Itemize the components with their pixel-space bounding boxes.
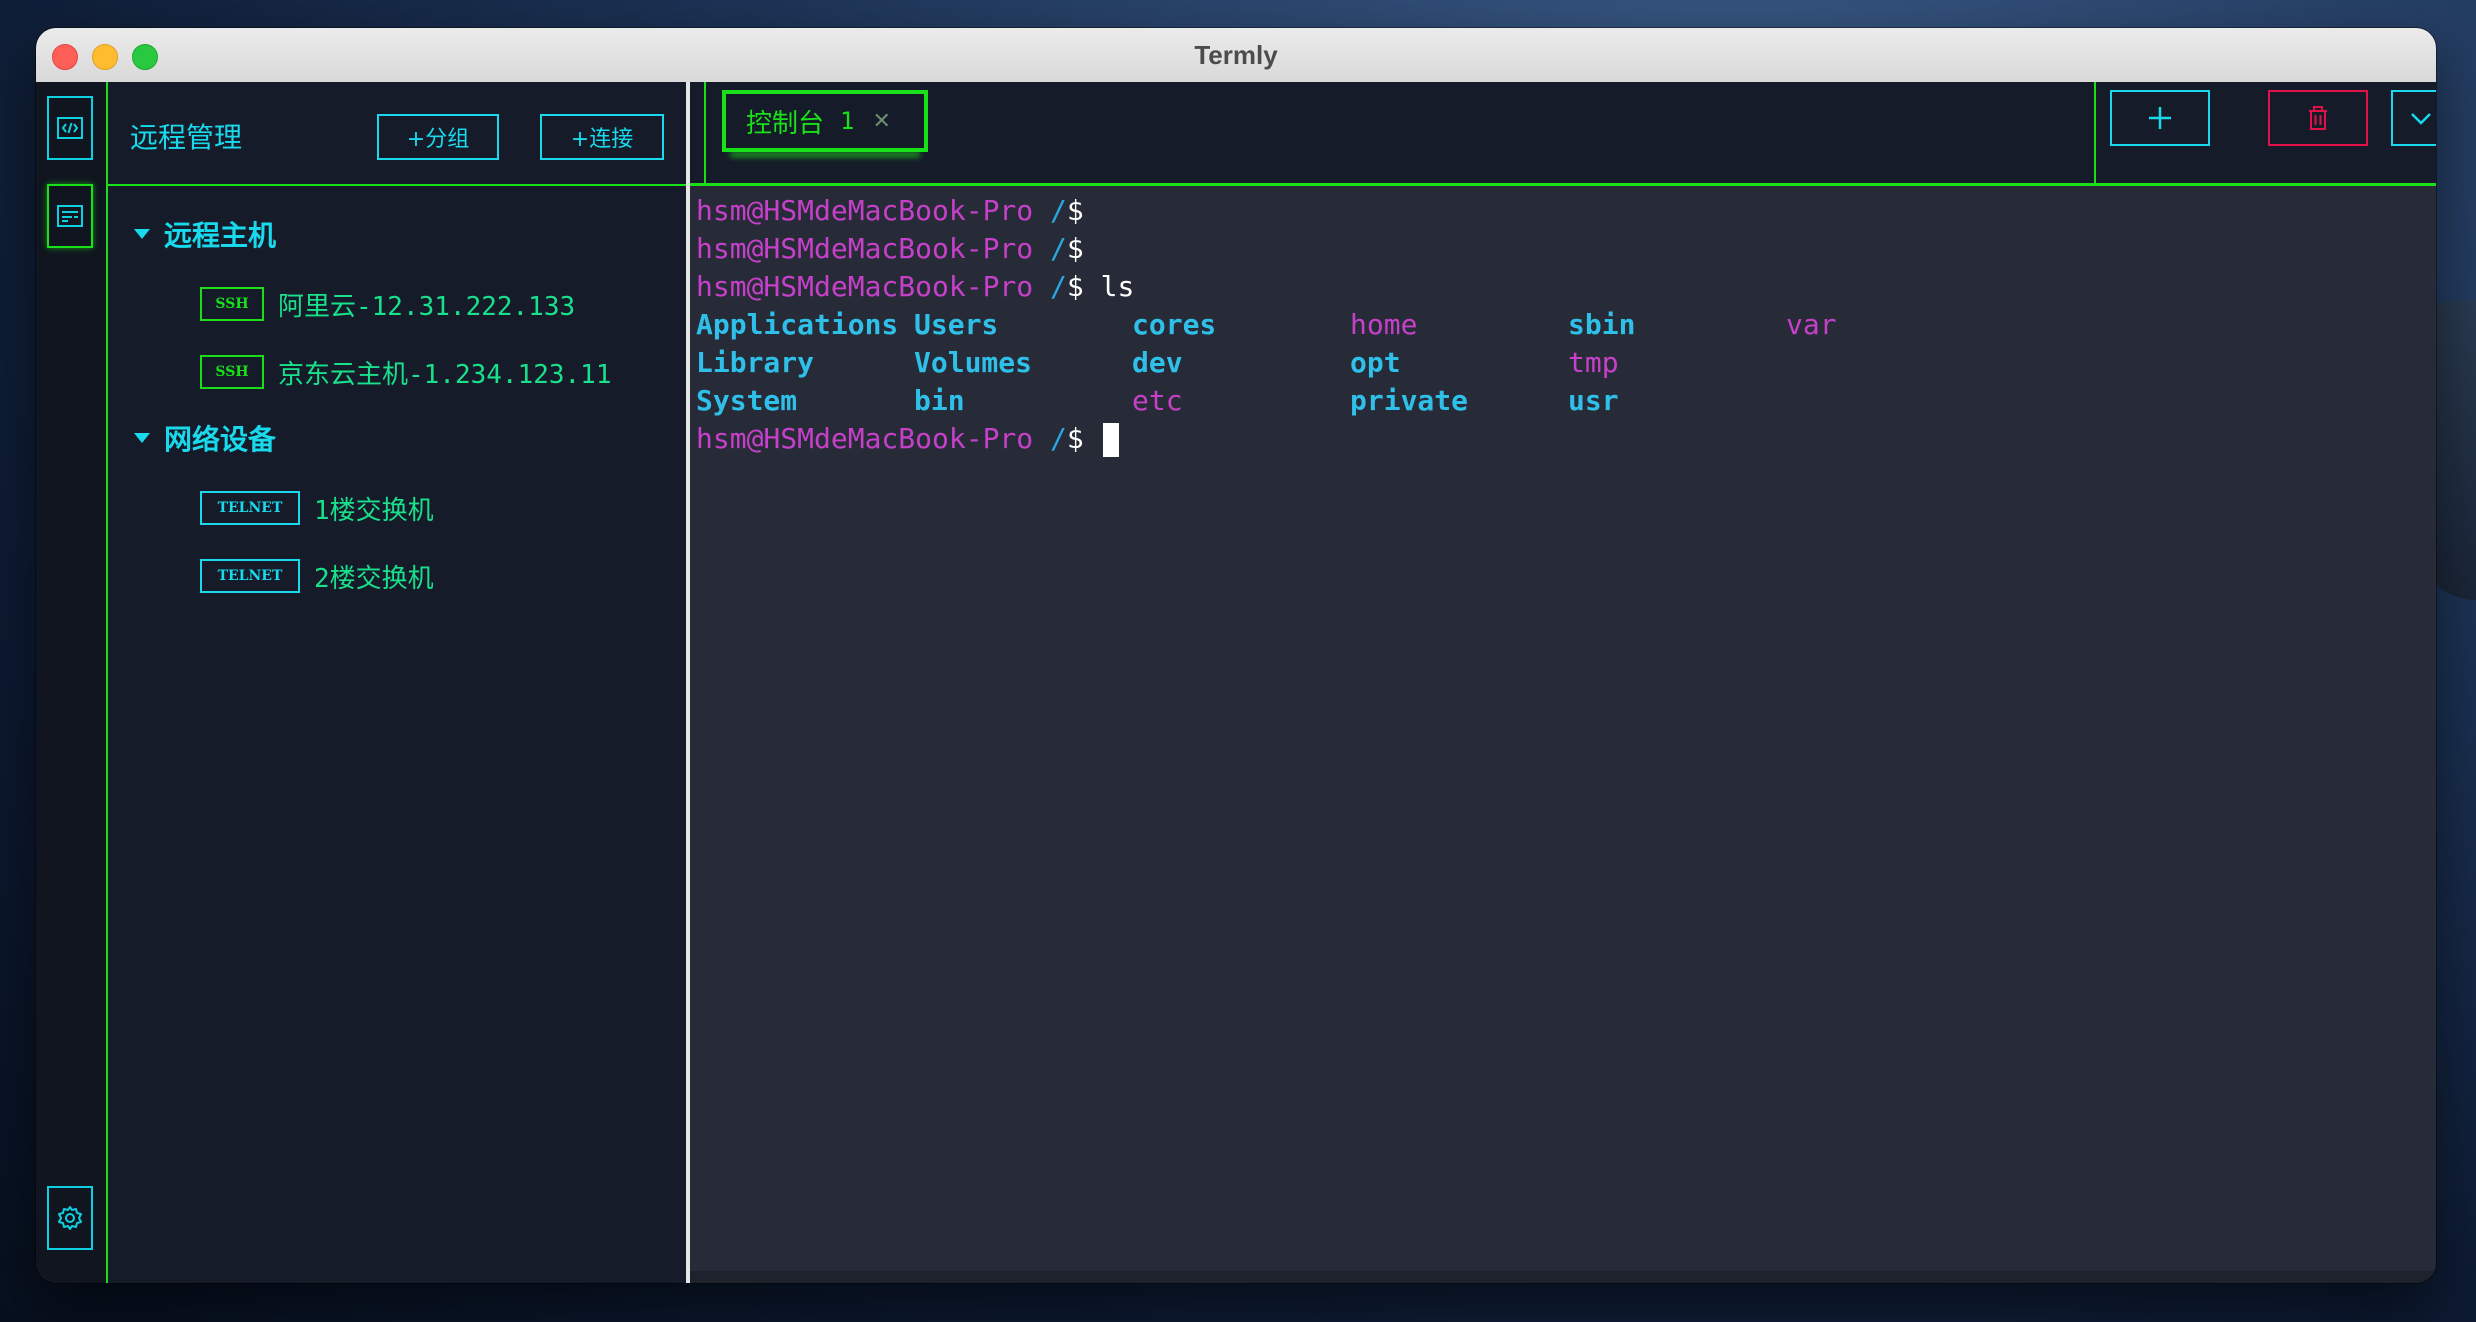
- add-connection-button[interactable]: +连接: [540, 114, 664, 160]
- toolbar-divider: [2094, 82, 2096, 183]
- ls-entry: sbin: [1568, 308, 1636, 341]
- protocol-badge: SSH: [200, 287, 264, 321]
- activity-bar: [36, 82, 108, 1283]
- sidebar-title: 远程管理: [130, 121, 243, 154]
- group-label: 远程主机: [164, 219, 277, 252]
- tree-group-remote-hosts[interactable]: 远程主机: [134, 214, 276, 254]
- prompt-path: /: [1050, 194, 1067, 227]
- terminal-line: hsm@HSMdeMacBook-Pro /$ ls: [696, 268, 2436, 306]
- prompt-user: hsm@HSMdeMacBook-Pro: [696, 232, 1034, 265]
- host-name: 阿里云-12.31.222.133: [278, 291, 576, 322]
- delete-terminal-button[interactable]: [2268, 90, 2368, 146]
- settings-icon: [58, 1206, 82, 1230]
- terminal-line-current: hsm@HSMdeMacBook-Pro /$: [696, 420, 2436, 458]
- prompt-symbol: $: [1066, 194, 1084, 227]
- active-tab-indicator: [730, 152, 920, 157]
- ls-entry: Users: [914, 308, 999, 341]
- tab-console[interactable]: 控制台 1 ✕: [722, 90, 928, 152]
- tab-label: 控制台: [746, 108, 825, 139]
- group-label: 网络设备: [164, 423, 277, 456]
- add-group-button[interactable]: +分组: [377, 114, 499, 160]
- trash-icon: [2309, 106, 2327, 130]
- host-name: 2楼交换机: [314, 563, 434, 594]
- close-icon[interactable]: ✕: [872, 109, 890, 134]
- terminal-line: hsm@HSMdeMacBook-Pro /$: [696, 192, 2436, 230]
- prompt-path: /: [1050, 232, 1067, 265]
- prompt-path: /: [1050, 422, 1067, 455]
- window-title: Termly: [1194, 40, 1278, 70]
- plus-icon: [2149, 107, 2171, 129]
- ls-entry: Volumes: [914, 346, 1033, 379]
- caret-down-icon: [134, 229, 150, 239]
- command-text: ls: [1083, 270, 1135, 303]
- protocol-badge: TELNET: [200, 491, 300, 525]
- ls-entry: opt: [1350, 346, 1401, 379]
- ls-entry: usr: [1568, 384, 1619, 417]
- protocol-badge: TELNET: [200, 559, 300, 593]
- main-panel: 控制台 1 ✕ hsm@HSMdeMacBook-Pro /$ hsm@HSMd…: [690, 82, 2436, 1283]
- ls-output-row: Library Volumes dev opt tmp: [696, 344, 2436, 382]
- host-item[interactable]: SSH 京东云主机-1.234.123.11: [200, 352, 612, 392]
- settings-button[interactable]: [47, 1186, 93, 1250]
- terminal-scrollbar[interactable]: [690, 1271, 2436, 1283]
- host-item[interactable]: SSH 阿里云-12.31.222.133: [200, 284, 575, 324]
- ls-entry: etc: [1132, 384, 1183, 417]
- ls-entry: bin: [914, 384, 965, 417]
- ls-entry: cores: [1132, 308, 1217, 341]
- prompt-symbol: $: [1066, 232, 1084, 265]
- code-view-button[interactable]: [47, 96, 93, 160]
- host-name: 1楼交换机: [314, 495, 434, 526]
- app-window: Termly 远程管理 +分组 +连接 远程主机 SSH 阿里云-12.31.2…: [36, 28, 2436, 1283]
- ls-output-row: Applications Users cores home sbin var: [696, 306, 2436, 344]
- host-item[interactable]: TELNET 2楼交换机: [200, 556, 434, 596]
- terminal-output[interactable]: hsm@HSMdeMacBook-Pro /$ hsm@HSMdeMacBook…: [696, 192, 2436, 1267]
- more-options-button[interactable]: [2391, 90, 2436, 146]
- ls-entry: Library: [696, 346, 815, 379]
- remote-management-sidebar: 远程管理 +分组 +连接 远程主机 SSH 阿里云-12.31.222.133 …: [108, 82, 690, 1283]
- terminal-cursor: [1102, 423, 1119, 457]
- prompt-symbol: $: [1066, 270, 1084, 303]
- ls-output-row: System bin etc private usr: [696, 382, 2436, 420]
- protocol-badge: SSH: [200, 355, 264, 389]
- prompt-path: /: [1050, 270, 1067, 303]
- ls-entry: private: [1350, 384, 1469, 417]
- tree-group-network-devices[interactable]: 网络设备: [134, 418, 276, 458]
- terminal-line: hsm@HSMdeMacBook-Pro /$: [696, 230, 2436, 268]
- tab-bar: 控制台 1 ✕: [690, 82, 2436, 186]
- new-terminal-button[interactable]: [2110, 90, 2210, 146]
- ls-entry: var: [1786, 308, 1837, 341]
- title-bar: Termly: [36, 28, 2436, 83]
- tabstrip-divider: [704, 82, 706, 183]
- code-icon: [57, 117, 83, 139]
- ls-entry: Applications: [696, 308, 899, 341]
- connections-icon: [57, 205, 83, 227]
- prompt-user: hsm@HSMdeMacBook-Pro: [696, 194, 1034, 227]
- ls-entry: tmp: [1568, 346, 1619, 379]
- ls-entry: home: [1350, 308, 1418, 341]
- tab-number: 1: [840, 107, 855, 135]
- prompt-user: hsm@HSMdeMacBook-Pro: [696, 270, 1034, 303]
- caret-down-icon: [134, 433, 150, 443]
- ls-entry: System: [696, 384, 798, 417]
- sidebar-header: 远程管理 +分组 +连接: [108, 82, 686, 186]
- prompt-symbol: $: [1066, 422, 1084, 455]
- chevron-down-icon: [2411, 113, 2431, 125]
- host-name: 京东云主机-1.234.123.11: [278, 359, 612, 390]
- ls-output: Applications Users cores home sbin var Library…: [696, 306, 2436, 420]
- host-item[interactable]: TELNET 1楼交换机: [200, 488, 434, 528]
- ls-entry: dev: [1132, 346, 1183, 379]
- prompt-user: hsm@HSMdeMacBook-Pro: [696, 422, 1034, 455]
- connections-view-button[interactable]: [47, 184, 93, 248]
